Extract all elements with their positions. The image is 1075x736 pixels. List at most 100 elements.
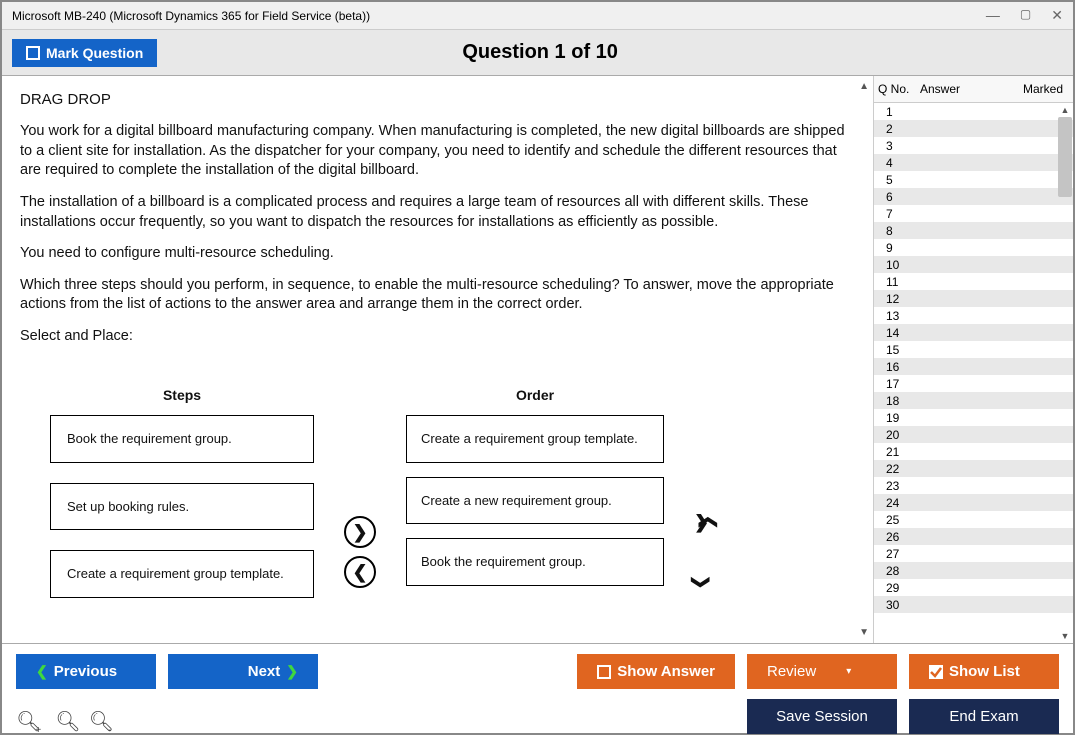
maximize-icon[interactable]: ▢ [1020, 7, 1031, 24]
question-number: 20 [886, 428, 916, 442]
zoom-controls: 🔍︎+ 🔍︎ 🔍︎- [16, 709, 117, 736]
question-list-row[interactable]: 12 [874, 290, 1073, 307]
question-number: 30 [886, 598, 916, 612]
app-window: Microsoft MB-240 (Microsoft Dynamics 365… [0, 0, 1075, 735]
scrollbar-thumb[interactable] [1058, 117, 1072, 197]
question-list-row[interactable]: 18 [874, 392, 1073, 409]
scroll-up-icon[interactable]: ▲ [1059, 105, 1071, 115]
drag-drop-area: Steps Book the requirement group. Set up… [50, 386, 855, 618]
move-down-button[interactable]: ❯ [694, 570, 724, 594]
review-button[interactable]: Review ▾ [747, 654, 897, 689]
question-list-row[interactable]: 19 [874, 409, 1073, 426]
move-up-button[interactable]: ❯︎❯ [694, 510, 724, 534]
question-list-row[interactable]: 1 [874, 103, 1073, 120]
show-answer-button[interactable]: Show Answer [577, 654, 735, 689]
show-list-button[interactable]: Show List [909, 654, 1059, 689]
question-list-row[interactable]: 27 [874, 545, 1073, 562]
question-paragraph: You need to configure multi-resource sch… [20, 244, 855, 264]
reorder-controls: ❯︎❯ ❯ [694, 486, 724, 618]
question-list-row[interactable]: 10 [874, 256, 1073, 273]
question-number: 4 [886, 156, 916, 170]
show-list-label: Show List [949, 663, 1020, 680]
question-number: 11 [886, 275, 916, 289]
show-answer-label: Show Answer [617, 663, 715, 680]
end-exam-label: End Exam [949, 708, 1018, 725]
drag-item[interactable]: Book the requirement group. [50, 415, 314, 463]
question-list-row[interactable]: 26 [874, 528, 1073, 545]
question-list-row[interactable]: 30 [874, 596, 1073, 613]
col-qno: Q No. [874, 76, 916, 102]
question-paragraph: Which three steps should you perform, in… [20, 276, 855, 315]
mark-question-button[interactable]: Mark Question [12, 39, 157, 67]
question-number: 16 [886, 360, 916, 374]
save-session-button[interactable]: Save Session [747, 699, 897, 734]
question-list-row[interactable]: 29 [874, 579, 1073, 596]
end-exam-button[interactable]: End Exam [909, 699, 1059, 734]
drag-item[interactable]: Create a new requirement group. [406, 477, 664, 525]
question-list-row[interactable]: 23 [874, 477, 1073, 494]
titlebar: Microsoft MB-240 (Microsoft Dynamics 365… [2, 2, 1073, 30]
question-list-row[interactable]: 15 [874, 341, 1073, 358]
question-list-row[interactable]: 5 [874, 171, 1073, 188]
main-area: ▲ DRAG DROP You work for a digital billb… [2, 76, 1073, 643]
question-number: 19 [886, 411, 916, 425]
drag-item[interactable]: Create a requirement group template. [406, 415, 664, 463]
question-number: 23 [886, 479, 916, 493]
question-list-row[interactable]: 28 [874, 562, 1073, 579]
col-answer: Answer [916, 76, 1013, 102]
question-list-row[interactable]: 16 [874, 358, 1073, 375]
question-list-row[interactable]: 20 [874, 426, 1073, 443]
question-list-row[interactable]: 25 [874, 511, 1073, 528]
zoom-in-icon[interactable]: 🔍︎+ [16, 709, 47, 736]
next-button[interactable]: Next ❯ [168, 654, 318, 689]
minimize-icon[interactable]: — [986, 7, 1000, 24]
scroll-down-icon[interactable]: ▼ [859, 626, 869, 640]
question-paragraph: The installation of a billboard is a com… [20, 193, 855, 232]
question-list-row[interactable]: 6 [874, 188, 1073, 205]
move-right-button[interactable]: ❯ [344, 516, 376, 548]
question-list-row[interactable]: 22 [874, 460, 1073, 477]
question-list-row[interactable]: 11 [874, 273, 1073, 290]
previous-button[interactable]: ❮ Previous [16, 654, 156, 689]
question-number: 21 [886, 445, 916, 459]
scroll-down-icon[interactable]: ▼ [1059, 631, 1071, 641]
question-list[interactable]: ▲ 12345678910111213141516171819202122232… [874, 103, 1073, 643]
order-header: Order [406, 386, 664, 405]
bottom-bar: ❮ Previous Next ❯ Show Answer Review ▾ S… [2, 643, 1073, 733]
window-title: Microsoft MB-240 (Microsoft Dynamics 365… [12, 9, 986, 23]
scroll-up-icon[interactable]: ▲ [859, 80, 869, 94]
question-list-row[interactable]: 3 [874, 137, 1073, 154]
question-number: 17 [886, 377, 916, 391]
question-list-row[interactable]: 8 [874, 222, 1073, 239]
question-number: 6 [886, 190, 916, 204]
question-list-row[interactable]: 7 [874, 205, 1073, 222]
question-type-heading: DRAG DROP [20, 90, 855, 110]
question-list-row[interactable]: 24 [874, 494, 1073, 511]
col-marked: Marked [1013, 76, 1073, 102]
close-icon[interactable]: ✕ [1051, 7, 1063, 24]
drag-item[interactable]: Create a requirement group template. [50, 550, 314, 598]
order-column: Order Create a requirement group templat… [406, 386, 664, 618]
move-controls: ❯ ❮ [344, 486, 376, 618]
question-list-row[interactable]: 21 [874, 443, 1073, 460]
steps-header: Steps [50, 386, 314, 405]
steps-column: Steps Book the requirement group. Set up… [50, 386, 314, 618]
question-list-row[interactable]: 13 [874, 307, 1073, 324]
question-list-row[interactable]: 17 [874, 375, 1073, 392]
checkbox-icon [597, 665, 611, 679]
button-row-1: ❮ Previous Next ❯ Show Answer Review ▾ S… [16, 654, 1059, 689]
drag-item[interactable]: Set up booking rules. [50, 483, 314, 531]
drag-item[interactable]: Book the requirement group. [406, 538, 664, 586]
question-number: 12 [886, 292, 916, 306]
question-list-row[interactable]: 2 [874, 120, 1073, 137]
question-number: 8 [886, 224, 916, 238]
zoom-reset-icon[interactable]: 🔍︎ [55, 709, 80, 736]
move-left-button[interactable]: ❮ [344, 556, 376, 588]
topbar: Mark Question Question 1 of 10 [2, 30, 1073, 76]
question-list-row[interactable]: 14 [874, 324, 1073, 341]
zoom-out-icon[interactable]: 🔍︎- [89, 709, 118, 736]
question-list-row[interactable]: 9 [874, 239, 1073, 256]
question-list-row[interactable]: 4 [874, 154, 1073, 171]
question-number: 28 [886, 564, 916, 578]
next-label: Next [248, 663, 281, 680]
